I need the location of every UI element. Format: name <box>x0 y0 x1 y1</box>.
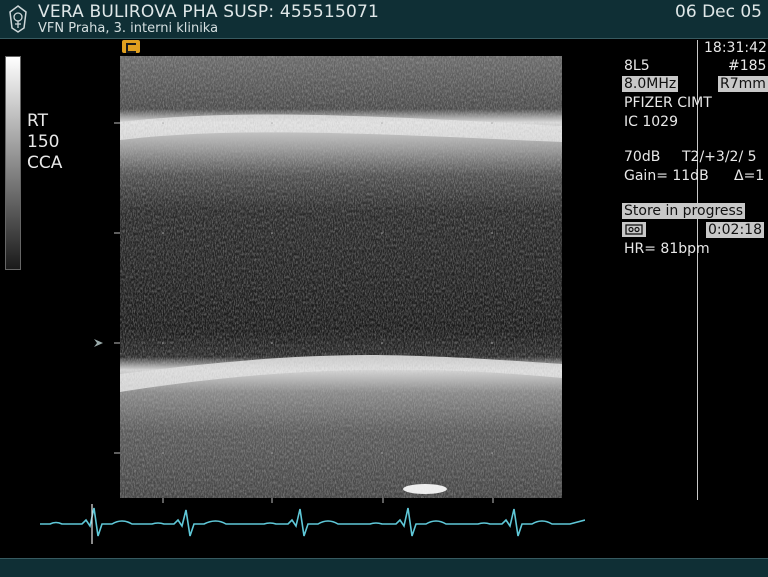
ecg-trace <box>40 504 585 544</box>
tape-icon <box>622 222 646 237</box>
scan-label: RT 150 CCA <box>27 111 62 174</box>
clock-time: 18:31:42 <box>704 40 767 56</box>
greyscale-bar <box>5 56 21 270</box>
depth-value: R7mm <box>718 76 768 92</box>
hospital-emblem-icon <box>9 5 27 33</box>
side-label: RT <box>27 111 48 131</box>
probe-model: 8L5 <box>624 58 650 74</box>
store-status: Store in progress <box>622 203 746 219</box>
status-bar <box>0 558 768 577</box>
hospital-name: VFN Praha, 3. interni klinika <box>38 21 219 36</box>
vessel-label: CCA <box>27 153 63 173</box>
store-timer: 0:02:18 <box>706 222 764 238</box>
transmit-settings: T2/+3/2/ 5 <box>682 149 757 165</box>
gain-value: Gain= 11dB <box>624 168 709 184</box>
frequency-value: 8.0MHz <box>622 76 679 92</box>
scan-number: 150 <box>27 132 60 152</box>
ic-number: IC 1029 <box>624 114 678 130</box>
focus-marker-icon <box>94 339 103 347</box>
header-bar: VERA BULIROVA PHA SUSP: 455515071 VFN Pr… <box>0 0 768 39</box>
study-name: PFIZER CIMT <box>624 95 712 111</box>
frame-number: #185 <box>728 58 767 74</box>
heart-rate: HR= 81bpm <box>624 241 710 257</box>
patient-info: VERA BULIROVA PHA SUSP: 455515071 <box>38 2 380 22</box>
probe-orientation-icon <box>122 40 140 53</box>
dynamic-range: 70dB <box>624 149 661 165</box>
ultrasound-image <box>120 56 562 498</box>
delta-value: Δ=1 <box>734 168 765 184</box>
exam-date: 06 Dec 05 <box>675 2 762 22</box>
